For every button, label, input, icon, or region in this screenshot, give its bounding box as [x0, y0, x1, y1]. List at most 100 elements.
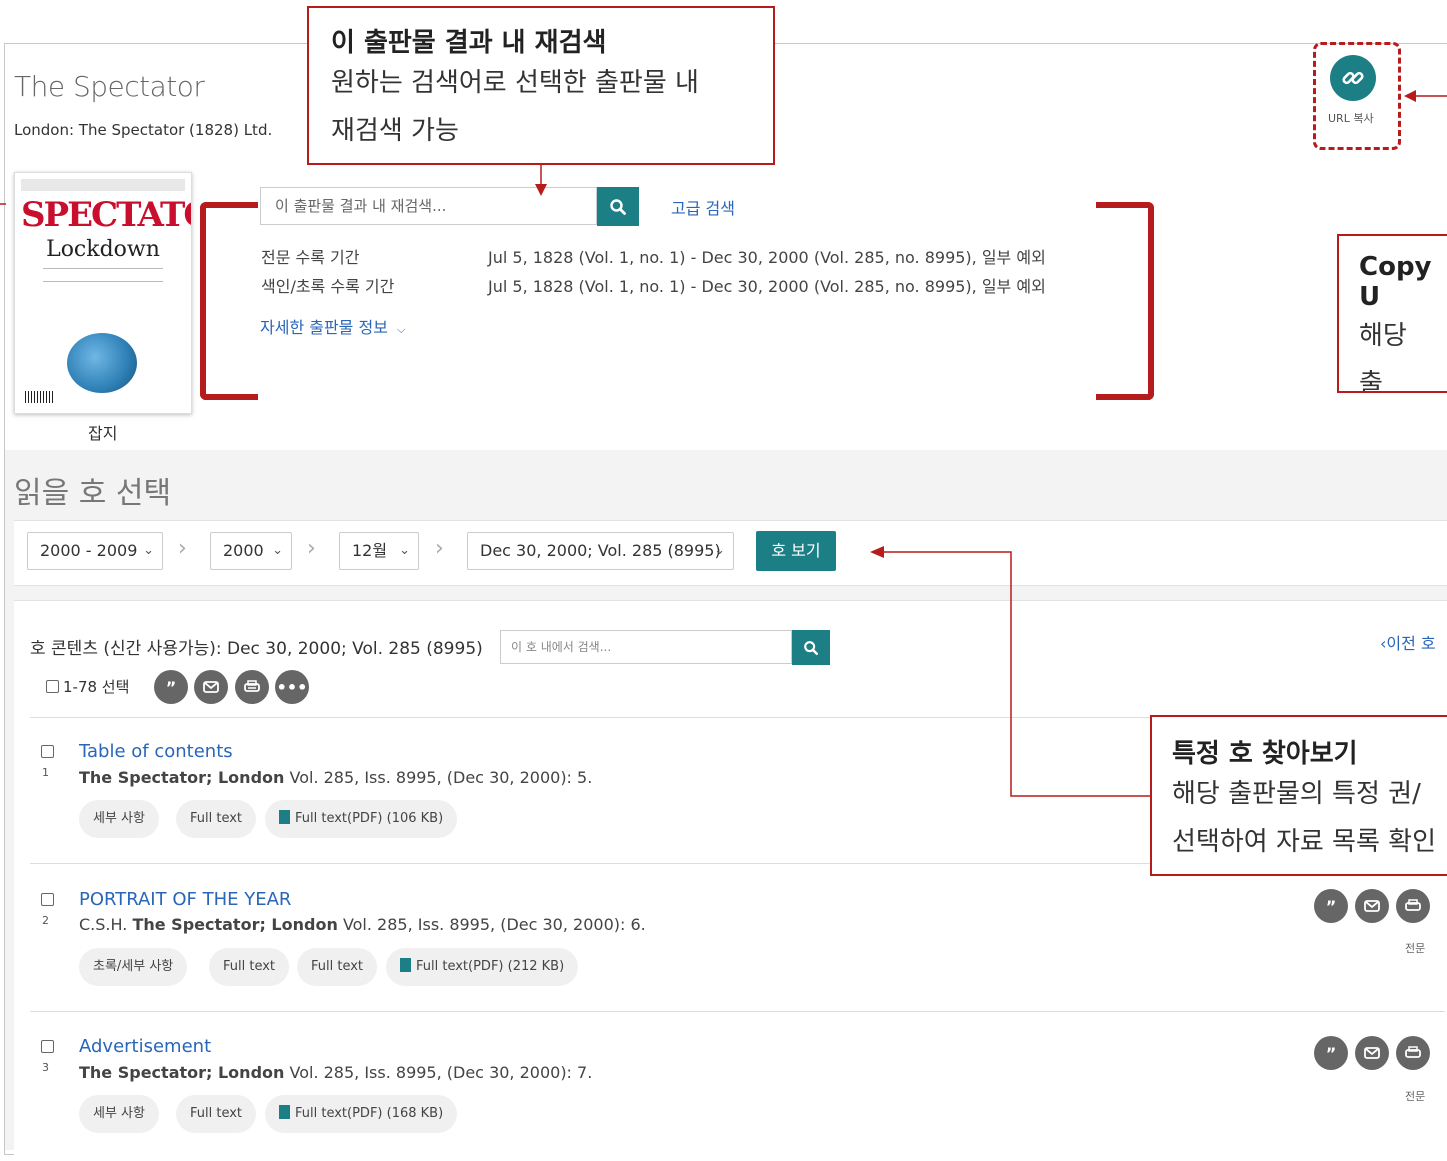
- callout-line: 선택하여 자료 목록 확인: [1172, 827, 1436, 857]
- callout-line: 해당 출판물의 특정 권/: [1172, 779, 1421, 809]
- month-select-value: 12월: [352, 541, 388, 560]
- view-issue-button[interactable]: 호 보기: [756, 531, 836, 571]
- chevron-down-icon: ⌄: [714, 543, 725, 558]
- item-details-button[interactable]: 세부 사항: [79, 1095, 159, 1133]
- item-title-link[interactable]: Advertisement: [79, 1036, 211, 1057]
- cover-brand: SPECTATOR: [21, 195, 191, 235]
- item-pdf-button[interactable]: Full text(PDF) (106 KB): [265, 800, 458, 838]
- item-source: The Spectator; London: [132, 915, 338, 934]
- issue-select-heading: 읽을 호 선택: [14, 476, 172, 511]
- more-icon[interactable]: •••: [275, 670, 309, 704]
- print-icon[interactable]: [1396, 889, 1430, 923]
- item-fulltext-button[interactable]: Full text: [176, 800, 257, 838]
- email-icon[interactable]: [194, 670, 228, 704]
- chevron-down-icon: ⌄: [399, 543, 410, 558]
- search-icon: [804, 640, 819, 655]
- item-pdf-label: Full text(PDF) (106 KB): [295, 811, 444, 826]
- cover-band: [21, 179, 185, 191]
- fulltext-coverage-value: Jul 5, 1828 (Vol. 1, no. 1) - Dec 30, 20…: [488, 248, 1046, 267]
- issue-search-button[interactable]: [792, 630, 830, 665]
- item-number: 2: [42, 914, 49, 927]
- cover-lines: [43, 268, 163, 282]
- item-pdf-label: Full text(PDF) (168 KB): [295, 1106, 444, 1121]
- url-copy-label: URL 복사: [1328, 112, 1374, 125]
- select-all-checkbox[interactable]: [46, 680, 59, 693]
- print-icon[interactable]: [1396, 1036, 1430, 1070]
- callout-line: 원하는 검색어로 선택한 출판물 내: [331, 68, 699, 98]
- callout-title: 특정 호 찾아보기: [1172, 739, 1358, 769]
- chevron-right-icon: ›: [435, 536, 444, 561]
- pdf-icon: [279, 1105, 290, 1119]
- item-fulltext-button[interactable]: Full text: [176, 1095, 257, 1133]
- cover-image[interactable]: SPECTATOR Lockdown: [14, 172, 192, 414]
- index-coverage-label: 색인/초록 수록 기간: [261, 277, 395, 296]
- previous-issue-label: 이전 호: [1386, 634, 1436, 653]
- pdf-icon: [400, 958, 411, 972]
- chevron-right-icon: ›: [178, 536, 187, 561]
- callout-copy-url: Copy U 해당 출 활용: [1337, 234, 1447, 393]
- issue-contents-heading: 호 콘텐츠 (신간 사용가능): Dec 30, 2000; Vol. 285 …: [30, 639, 483, 659]
- divider: [30, 1011, 1445, 1012]
- item-checkbox[interactable]: [41, 893, 54, 906]
- callout-title: Copy U: [1359, 252, 1432, 312]
- item-title-link[interactable]: PORTRAIT OF THE YEAR: [79, 889, 291, 910]
- cite-icon[interactable]: ”: [1314, 1036, 1348, 1070]
- cover-caption: 잡지: [88, 424, 118, 443]
- chevron-down-icon: ⌄: [272, 543, 283, 558]
- item-title-link[interactable]: Table of contents: [79, 741, 233, 762]
- previous-issue-link[interactable]: ‹이전 호: [1380, 630, 1436, 654]
- item-author: C.S.H.: [79, 915, 128, 934]
- publication-info-toggle[interactable]: 자세한 출판물 정보 ⌵: [260, 314, 405, 338]
- item-fulltext-button[interactable]: Full text: [209, 948, 290, 986]
- year-select-value: 2000: [223, 541, 264, 560]
- email-icon[interactable]: [1355, 1036, 1389, 1070]
- item-citation-detail: Vol. 285, Iss. 8995, (Dec 30, 2000): 7.: [289, 1063, 593, 1082]
- url-copy-button[interactable]: [1330, 55, 1376, 101]
- chevron-down-icon: ⌄: [143, 543, 154, 558]
- item-number: 1: [42, 766, 49, 779]
- link-icon: [1342, 71, 1364, 85]
- publication-title: The Spectator: [14, 70, 205, 103]
- fulltext-coverage-label: 전문 수록 기간: [261, 248, 360, 267]
- item-source: The Spectator; London: [79, 768, 285, 787]
- callout-line: 재검색 가능: [331, 116, 459, 146]
- select-all-label: 1-78 선택: [63, 678, 130, 696]
- chevron-right-icon: ›: [307, 536, 316, 561]
- item-citation: The Spectator; London Vol. 285, Iss. 899…: [79, 768, 592, 787]
- cite-icon[interactable]: ”: [1314, 889, 1348, 923]
- item-details-button[interactable]: 세부 사항: [79, 800, 159, 838]
- publication-search-button[interactable]: [597, 187, 639, 226]
- cover-globe-image: [67, 333, 137, 393]
- issue-select[interactable]: Dec 30, 2000; Vol. 285 (8995) ⌄: [467, 532, 734, 570]
- callout-search-within: 이 출판물 결과 내 재검색 원하는 검색어로 선택한 출판물 내 재검색 가능: [307, 6, 775, 165]
- cover-headline: Lockdown: [46, 237, 160, 262]
- cite-icon[interactable]: ”: [154, 670, 188, 704]
- email-icon[interactable]: [1355, 889, 1389, 923]
- search-icon: [610, 198, 626, 215]
- pdf-icon: [279, 810, 290, 824]
- item-abstract-details-button[interactable]: 초록/세부 사항: [79, 948, 188, 986]
- item-checkbox[interactable]: [41, 745, 54, 758]
- publication-info-label: 자세한 출판물 정보: [260, 318, 388, 337]
- print-icon[interactable]: [235, 670, 269, 704]
- decade-select[interactable]: 2000 - 2009 ⌄: [27, 532, 163, 570]
- item-source: The Spectator; London: [79, 1063, 285, 1082]
- item-pdf-label: Full text(PDF) (212 KB): [416, 959, 565, 974]
- chevron-down-icon: ⌵: [397, 323, 406, 336]
- annotation-bracket-left: [200, 202, 258, 400]
- item-fulltext-button[interactable]: Full text: [297, 948, 378, 986]
- advanced-search-link[interactable]: 고급 검색: [671, 195, 735, 219]
- item-pdf-button[interactable]: Full text(PDF) (212 KB): [386, 948, 579, 986]
- publication-search-input[interactable]: 이 출판물 결과 내 재검색...: [260, 187, 597, 225]
- item-checkbox[interactable]: [41, 1040, 54, 1053]
- issue-search-input[interactable]: 이 호 내에서 검색...: [500, 630, 792, 664]
- item-citation-detail: Vol. 285, Iss. 8995, (Dec 30, 2000): 5.: [289, 768, 593, 787]
- select-all[interactable]: 1-78 선택: [46, 676, 129, 697]
- item-number: 3: [42, 1061, 49, 1074]
- item-pdf-button[interactable]: Full text(PDF) (168 KB): [265, 1095, 458, 1133]
- callout-title: 이 출판물 결과 내 재검색: [331, 28, 607, 58]
- cover-barcode: [25, 391, 53, 403]
- item-citation: C.S.H. The Spectator; London Vol. 285, I…: [79, 915, 646, 934]
- month-select[interactable]: 12월 ⌄: [339, 532, 419, 570]
- year-select[interactable]: 2000 ⌄: [210, 532, 292, 570]
